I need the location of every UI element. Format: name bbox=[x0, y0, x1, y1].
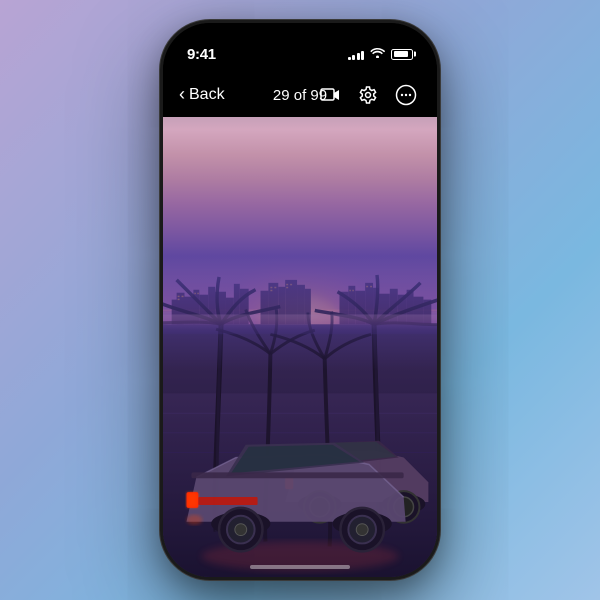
wifi-icon bbox=[370, 47, 385, 61]
photo-counter: 29 of 99 bbox=[273, 87, 327, 104]
more-button[interactable] bbox=[391, 80, 421, 110]
photo-view[interactable] bbox=[163, 117, 437, 577]
dynamic-island bbox=[255, 35, 345, 63]
chevron-left-icon: ‹ bbox=[179, 84, 185, 105]
nav-bar: ‹ Back 29 of 99 bbox=[163, 73, 437, 117]
nav-actions bbox=[315, 80, 421, 110]
phone-frame: 9:41 bbox=[160, 20, 440, 580]
signal-icon bbox=[348, 49, 365, 60]
status-icons bbox=[348, 47, 414, 61]
home-indicator bbox=[250, 565, 350, 569]
synthwave-image bbox=[163, 117, 437, 577]
gear-icon bbox=[358, 85, 378, 105]
back-button[interactable]: ‹ Back bbox=[179, 85, 225, 105]
more-icon bbox=[395, 84, 417, 106]
battery-icon bbox=[391, 49, 413, 60]
phone-screen: 9:41 bbox=[163, 23, 437, 577]
back-label: Back bbox=[189, 86, 225, 104]
status-time: 9:41 bbox=[187, 46, 216, 63]
settings-button[interactable] bbox=[353, 80, 383, 110]
